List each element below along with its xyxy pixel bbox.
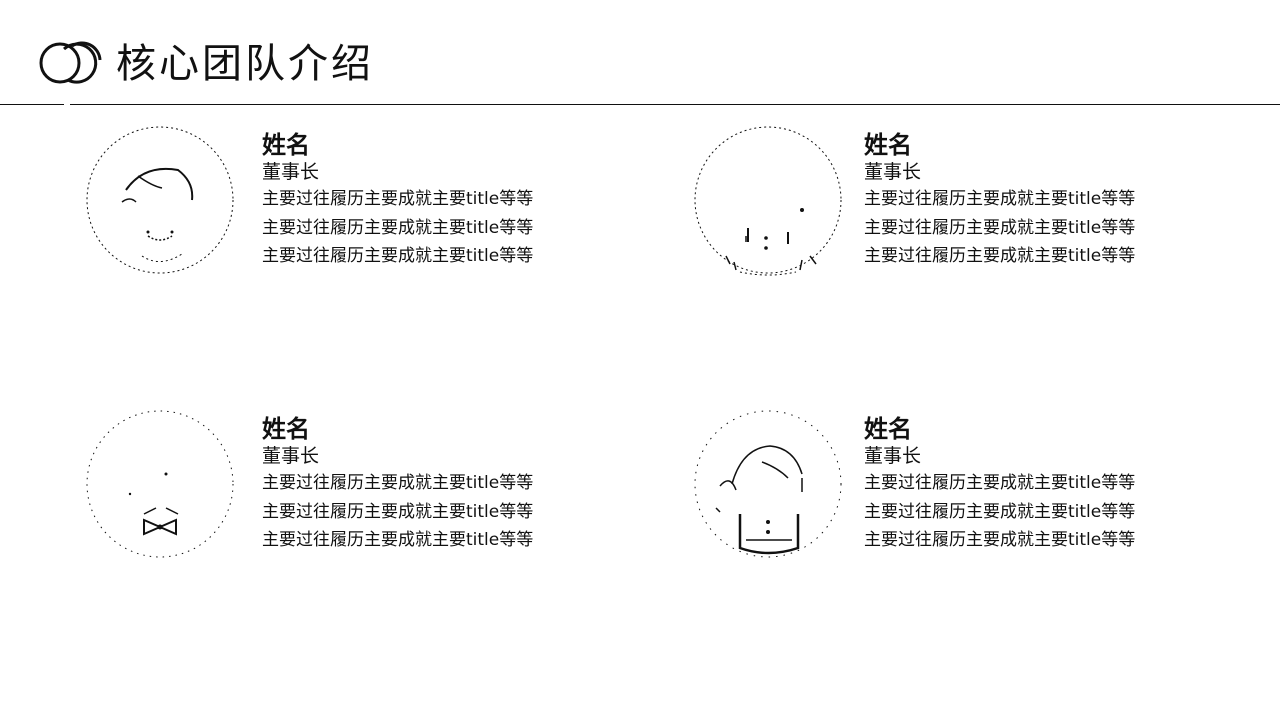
- member-role: 董事长: [864, 445, 922, 467]
- member-info: 姓名 董事长 主要过往履历主要成就主要title等等 主要过往履历主要成就主要t…: [262, 414, 642, 554]
- member-role: 董事长: [864, 161, 922, 183]
- member-bio-line: 主要过往履历主要成就主要title等等: [262, 501, 534, 522]
- member-name: 姓名: [864, 131, 912, 159]
- member-bio-line: 主要过往履历主要成就主要title等等: [864, 189, 1136, 209]
- girl-avatar-icon: [690, 408, 850, 568]
- member-bio-line: 主要过往履历主要成就主要title等等: [262, 473, 534, 493]
- member-bio-line: 主要过往履历主要成就主要title等等: [262, 246, 534, 266]
- member-name: 姓名: [864, 415, 912, 443]
- member-info: 姓名 董事长 主要过往履历主要成就主要title等等 主要过往履历主要成就主要t…: [864, 414, 1244, 554]
- member-bio-line: 主要过往履历主要成就主要title等等: [864, 246, 1136, 266]
- member-name: 姓名: [262, 415, 310, 443]
- member-info: 姓名 董事长 主要过往履历主要成就主要title等等 主要过往履历主要成就主要t…: [262, 130, 642, 270]
- bowtie-avatar-icon: [82, 408, 242, 568]
- member-bio-line: 主要过往履历主要成就主要title等等: [262, 189, 534, 209]
- team-member-card: 姓名 董事长 主要过往履历主要成就主要title等等 主要过往履历主要成就主要t…: [690, 124, 1250, 284]
- member-bio-line: 主要过往履历主要成就主要title等等: [864, 217, 1136, 238]
- member-bio-line: 主要过往履历主要成就主要title等等: [864, 501, 1136, 522]
- member-role: 董事长: [262, 445, 320, 467]
- team-member-card: 姓名 董事长 主要过往履历主要成就主要title等等 主要过往履历主要成就主要t…: [82, 408, 642, 568]
- team-member-card: 姓名 董事长 主要过往履历主要成就主要title等等 主要过往履历主要成就主要t…: [82, 124, 642, 284]
- overlapping-circles-logo-icon: [38, 40, 104, 86]
- slide-header: 核心团队介绍: [0, 0, 1280, 110]
- female-avatar-icon: [82, 124, 242, 284]
- member-bio-line: 主要过往履历主要成就主要title等等: [262, 530, 534, 550]
- member-bio-line: 主要过往履历主要成就主要title等等: [864, 473, 1136, 493]
- member-name: 姓名: [262, 131, 310, 159]
- male-suit-avatar-icon: [690, 124, 850, 284]
- header-divider: [0, 104, 1280, 105]
- member-role: 董事长: [262, 161, 320, 183]
- member-info: 姓名 董事长 主要过往履历主要成就主要title等等 主要过往履历主要成就主要t…: [864, 130, 1244, 270]
- page-title: 核心团队介绍: [116, 41, 374, 87]
- team-member-card: 姓名 董事长 主要过往履历主要成就主要title等等 主要过往履历主要成就主要t…: [690, 408, 1250, 568]
- member-bio-line: 主要过往履历主要成就主要title等等: [262, 217, 534, 238]
- member-bio-line: 主要过往履历主要成就主要title等等: [864, 530, 1136, 550]
